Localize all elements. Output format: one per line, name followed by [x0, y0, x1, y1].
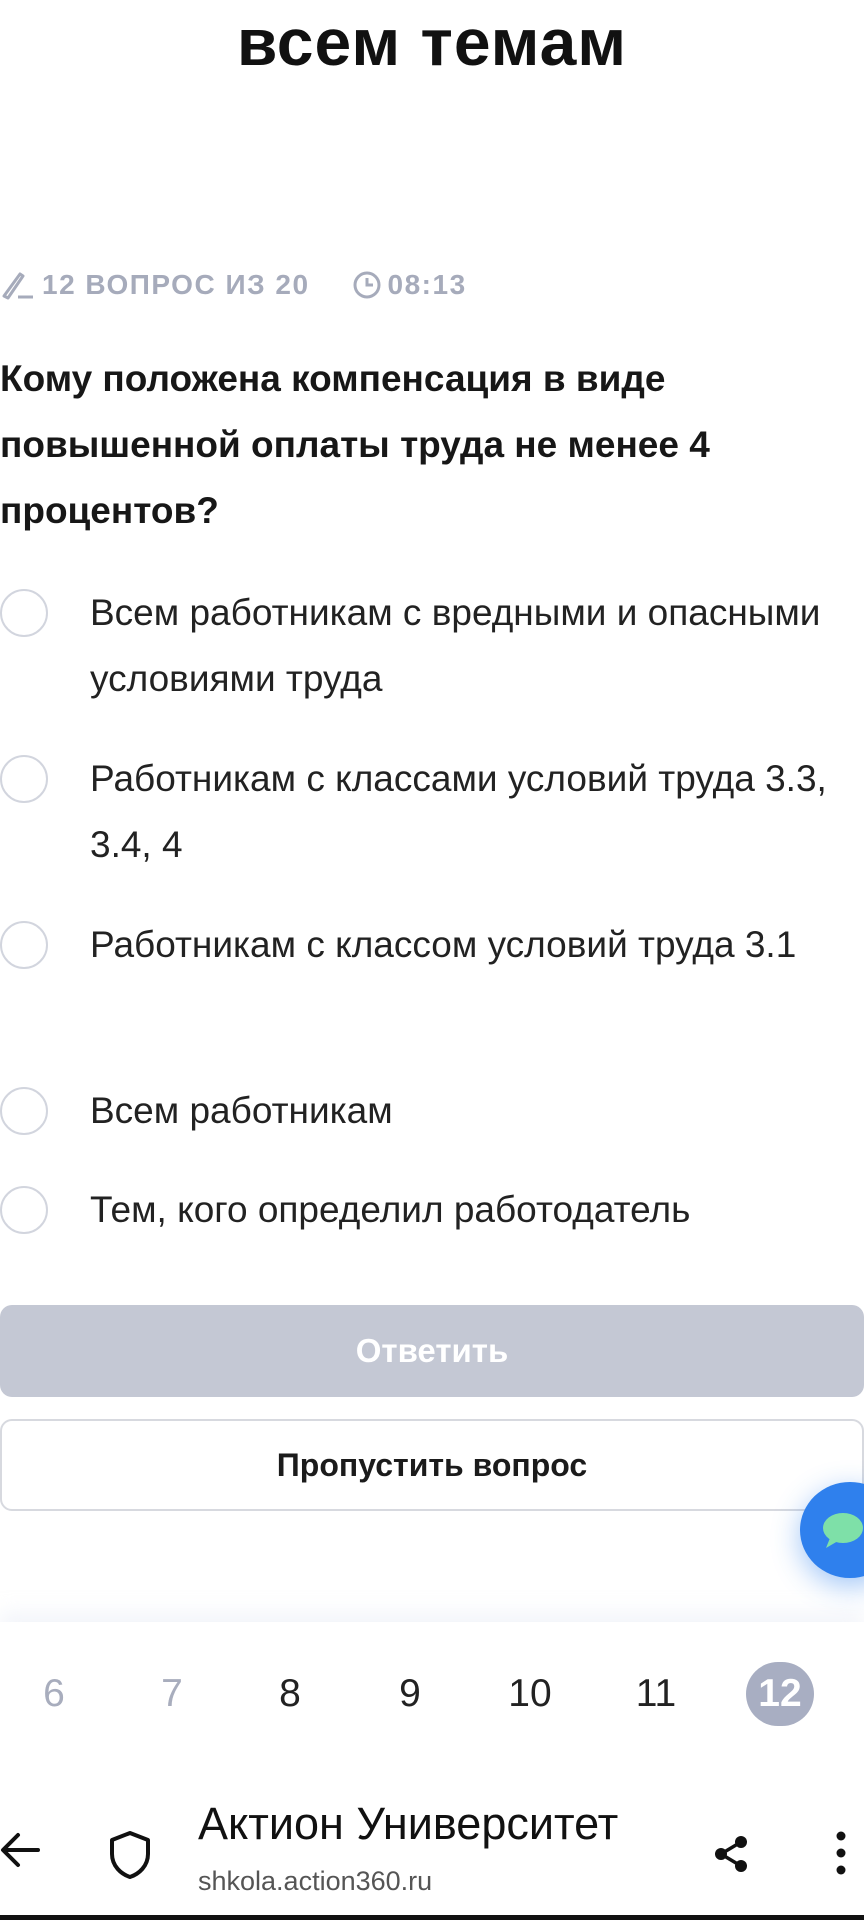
question-progress: 12 ВОПРОС ИЗ 20: [0, 269, 310, 301]
timer-text: 08:13: [387, 269, 467, 300]
question-meta: 12 ВОПРОС ИЗ 20 08:13: [0, 262, 467, 308]
shield-icon[interactable]: [108, 1830, 152, 1885]
page-number[interactable]: 11: [611, 1662, 701, 1726]
page-number[interactable]: 6: [9, 1662, 99, 1726]
answer-option-label: Работникам с классом условий труда 3.1: [90, 924, 797, 965]
question-pager: 6 7 8 9 10 11 12: [0, 1622, 864, 1770]
page-number[interactable]: 10: [485, 1662, 575, 1726]
page-number[interactable]: 7: [127, 1662, 217, 1726]
pencil-icon: [0, 270, 34, 300]
radio-button[interactable]: [0, 1087, 48, 1135]
system-navigation-bar: [0, 1915, 864, 1920]
share-icon[interactable]: [712, 1834, 750, 1879]
answer-option-label: Работникам с классами условий труда 3.3,…: [90, 758, 827, 865]
clock-icon: [352, 270, 382, 300]
question-timer: 08:13: [352, 269, 467, 301]
site-url[interactable]: shkola.action360.ru: [198, 1866, 432, 1897]
page-number[interactable]: 8: [245, 1662, 335, 1726]
site-title: Актион Университет: [198, 1798, 619, 1849]
radio-button[interactable]: [0, 921, 48, 969]
answer-option-label: Всем работникам с вредными и опасными ус…: [90, 592, 821, 699]
answer-option-label: Всем работникам: [90, 1090, 393, 1131]
page-number-current[interactable]: 12: [746, 1662, 814, 1726]
skip-question-button[interactable]: Пропустить вопрос: [0, 1419, 864, 1511]
radio-button[interactable]: [0, 589, 48, 637]
answer-option-label: Тем, кого определил работодатель: [90, 1189, 691, 1230]
page-title-tail: всем темам: [236, 5, 628, 79]
radio-button[interactable]: [0, 1186, 48, 1234]
page-number[interactable]: 9: [365, 1662, 455, 1726]
question-text: Кому положена компенсация в виде повышен…: [0, 358, 710, 531]
answer-button[interactable]: Ответить: [0, 1305, 864, 1397]
radio-button[interactable]: [0, 755, 48, 803]
more-vertical-icon[interactable]: [834, 1830, 848, 1881]
browser-toolbar: Актион Университет shkola.action360.ru: [0, 1770, 864, 1920]
question-progress-text: 12 ВОПРОС ИЗ 20: [42, 269, 310, 300]
back-arrow-icon[interactable]: [0, 1832, 40, 1873]
